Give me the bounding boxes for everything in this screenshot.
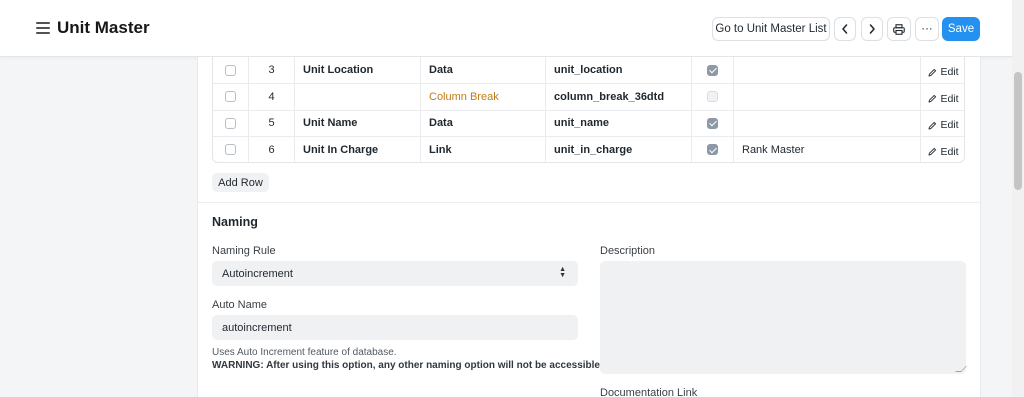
mandatory-checkbox[interactable] (707, 144, 718, 156)
field-type-cell[interactable]: Data (420, 110, 545, 136)
mandatory-checkbox[interactable] (707, 91, 718, 103)
row-index: 6 (248, 136, 294, 163)
next-button[interactable] (861, 17, 883, 41)
warning-text: WARNING: After using this option, any ot… (212, 360, 603, 371)
fieldname-cell[interactable]: unit_name (545, 110, 691, 136)
pencil-icon (929, 147, 937, 156)
edit-row-button[interactable]: Edit (928, 66, 959, 79)
fieldname-cell[interactable]: column_break_36dtd (545, 84, 691, 110)
fieldname-cell[interactable]: unit_in_charge (545, 136, 691, 163)
select-arrows-icon: ▲ ▼ (559, 266, 566, 279)
chevron-left-icon (842, 24, 848, 34)
edit-label: Edit (940, 66, 959, 79)
row-checkbox[interactable] (225, 91, 236, 103)
row-index: 3 (248, 57, 294, 84)
edit-label: Edit (940, 145, 959, 158)
printer-icon (893, 23, 905, 35)
navbar: Unit Master Go to Unit Master List ··· S… (0, 0, 1012, 57)
description-label: Description (600, 245, 656, 257)
naming-rule-label: Naming Rule (212, 245, 276, 257)
options-cell[interactable] (733, 57, 920, 84)
hamburger-icon[interactable] (36, 22, 50, 34)
options-cell[interactable] (733, 84, 920, 110)
section-title-naming: Naming (212, 215, 258, 229)
row-index: 4 (248, 84, 294, 110)
edit-label: Edit (940, 119, 959, 132)
auto-name-label: Auto Name (212, 299, 268, 311)
fieldname-cell[interactable]: unit_location (545, 57, 691, 84)
field-label-cell[interactable]: Unit Location (294, 57, 420, 84)
table-row[interactable]: 4 Column Break column_break_36dtd Edit (213, 83, 964, 110)
field-type-cell[interactable]: Link (420, 136, 545, 163)
field-label-cell[interactable]: Unit In Charge (294, 136, 420, 163)
description-textarea[interactable] (600, 261, 967, 374)
pencil-icon (929, 95, 937, 103)
mandatory-checkbox[interactable] (707, 64, 718, 76)
options-cell[interactable] (733, 110, 920, 136)
table-row[interactable]: 3 Unit Location Data unit_location Edit (213, 57, 964, 84)
more-button[interactable]: ··· (915, 17, 939, 41)
section-divider (198, 202, 980, 203)
resize-handle-icon[interactable] (955, 366, 967, 372)
scrollbar-thumb[interactable] (1014, 72, 1022, 190)
auto-name-help: Uses Auto Increment feature of database.… (212, 346, 603, 372)
table-row[interactable]: 5 Unit Name Data unit_name Edit (213, 109, 964, 136)
naming-rule-select[interactable]: Autoincrement ▲ ▼ (212, 261, 578, 286)
edit-label: Edit (940, 92, 959, 105)
edit-row-button[interactable]: Edit (928, 92, 959, 105)
field-type-cell[interactable]: Column Break (420, 84, 545, 110)
row-checkbox[interactable] (225, 117, 236, 129)
field-label-cell[interactable]: Unit Name (294, 110, 420, 136)
pencil-icon (929, 121, 937, 130)
chevron-right-icon (869, 24, 875, 34)
documentation-link-label: Documentation Link (600, 387, 698, 397)
save-button[interactable]: Save (942, 17, 980, 41)
mandatory-checkbox[interactable] (707, 117, 718, 129)
go-to-list-button[interactable]: Go to Unit Master List (712, 17, 830, 41)
print-button[interactable] (887, 17, 911, 41)
pencil-icon (929, 68, 937, 77)
add-row-button[interactable]: Add Row (212, 173, 269, 192)
edit-row-button[interactable]: Edit (928, 119, 959, 132)
row-index: 5 (248, 110, 294, 136)
edit-row-button[interactable]: Edit (928, 145, 959, 158)
form-card: 3 Unit Location Data unit_location Edit … (197, 57, 981, 397)
auto-name-value: autoincrement (222, 321, 292, 334)
table-row[interactable]: 6 Unit In Charge Link unit_in_charge Ran… (213, 135, 964, 163)
naming-rule-value: Autoincrement (222, 267, 293, 280)
auto-name-input[interactable]: autoincrement (212, 315, 578, 340)
previous-button[interactable] (834, 17, 856, 41)
page-scrollbar[interactable] (1012, 0, 1024, 397)
fields-table: 3 Unit Location Data unit_location Edit … (212, 57, 965, 164)
page-title: Unit Master (57, 18, 150, 37)
row-checkbox[interactable] (225, 64, 236, 76)
field-type-cell[interactable]: Data (420, 57, 545, 84)
field-label-cell[interactable] (294, 84, 420, 110)
row-checkbox[interactable] (225, 144, 236, 156)
options-cell[interactable]: Rank Master (733, 136, 920, 163)
help-text: Uses Auto Increment feature of database. (212, 347, 397, 358)
